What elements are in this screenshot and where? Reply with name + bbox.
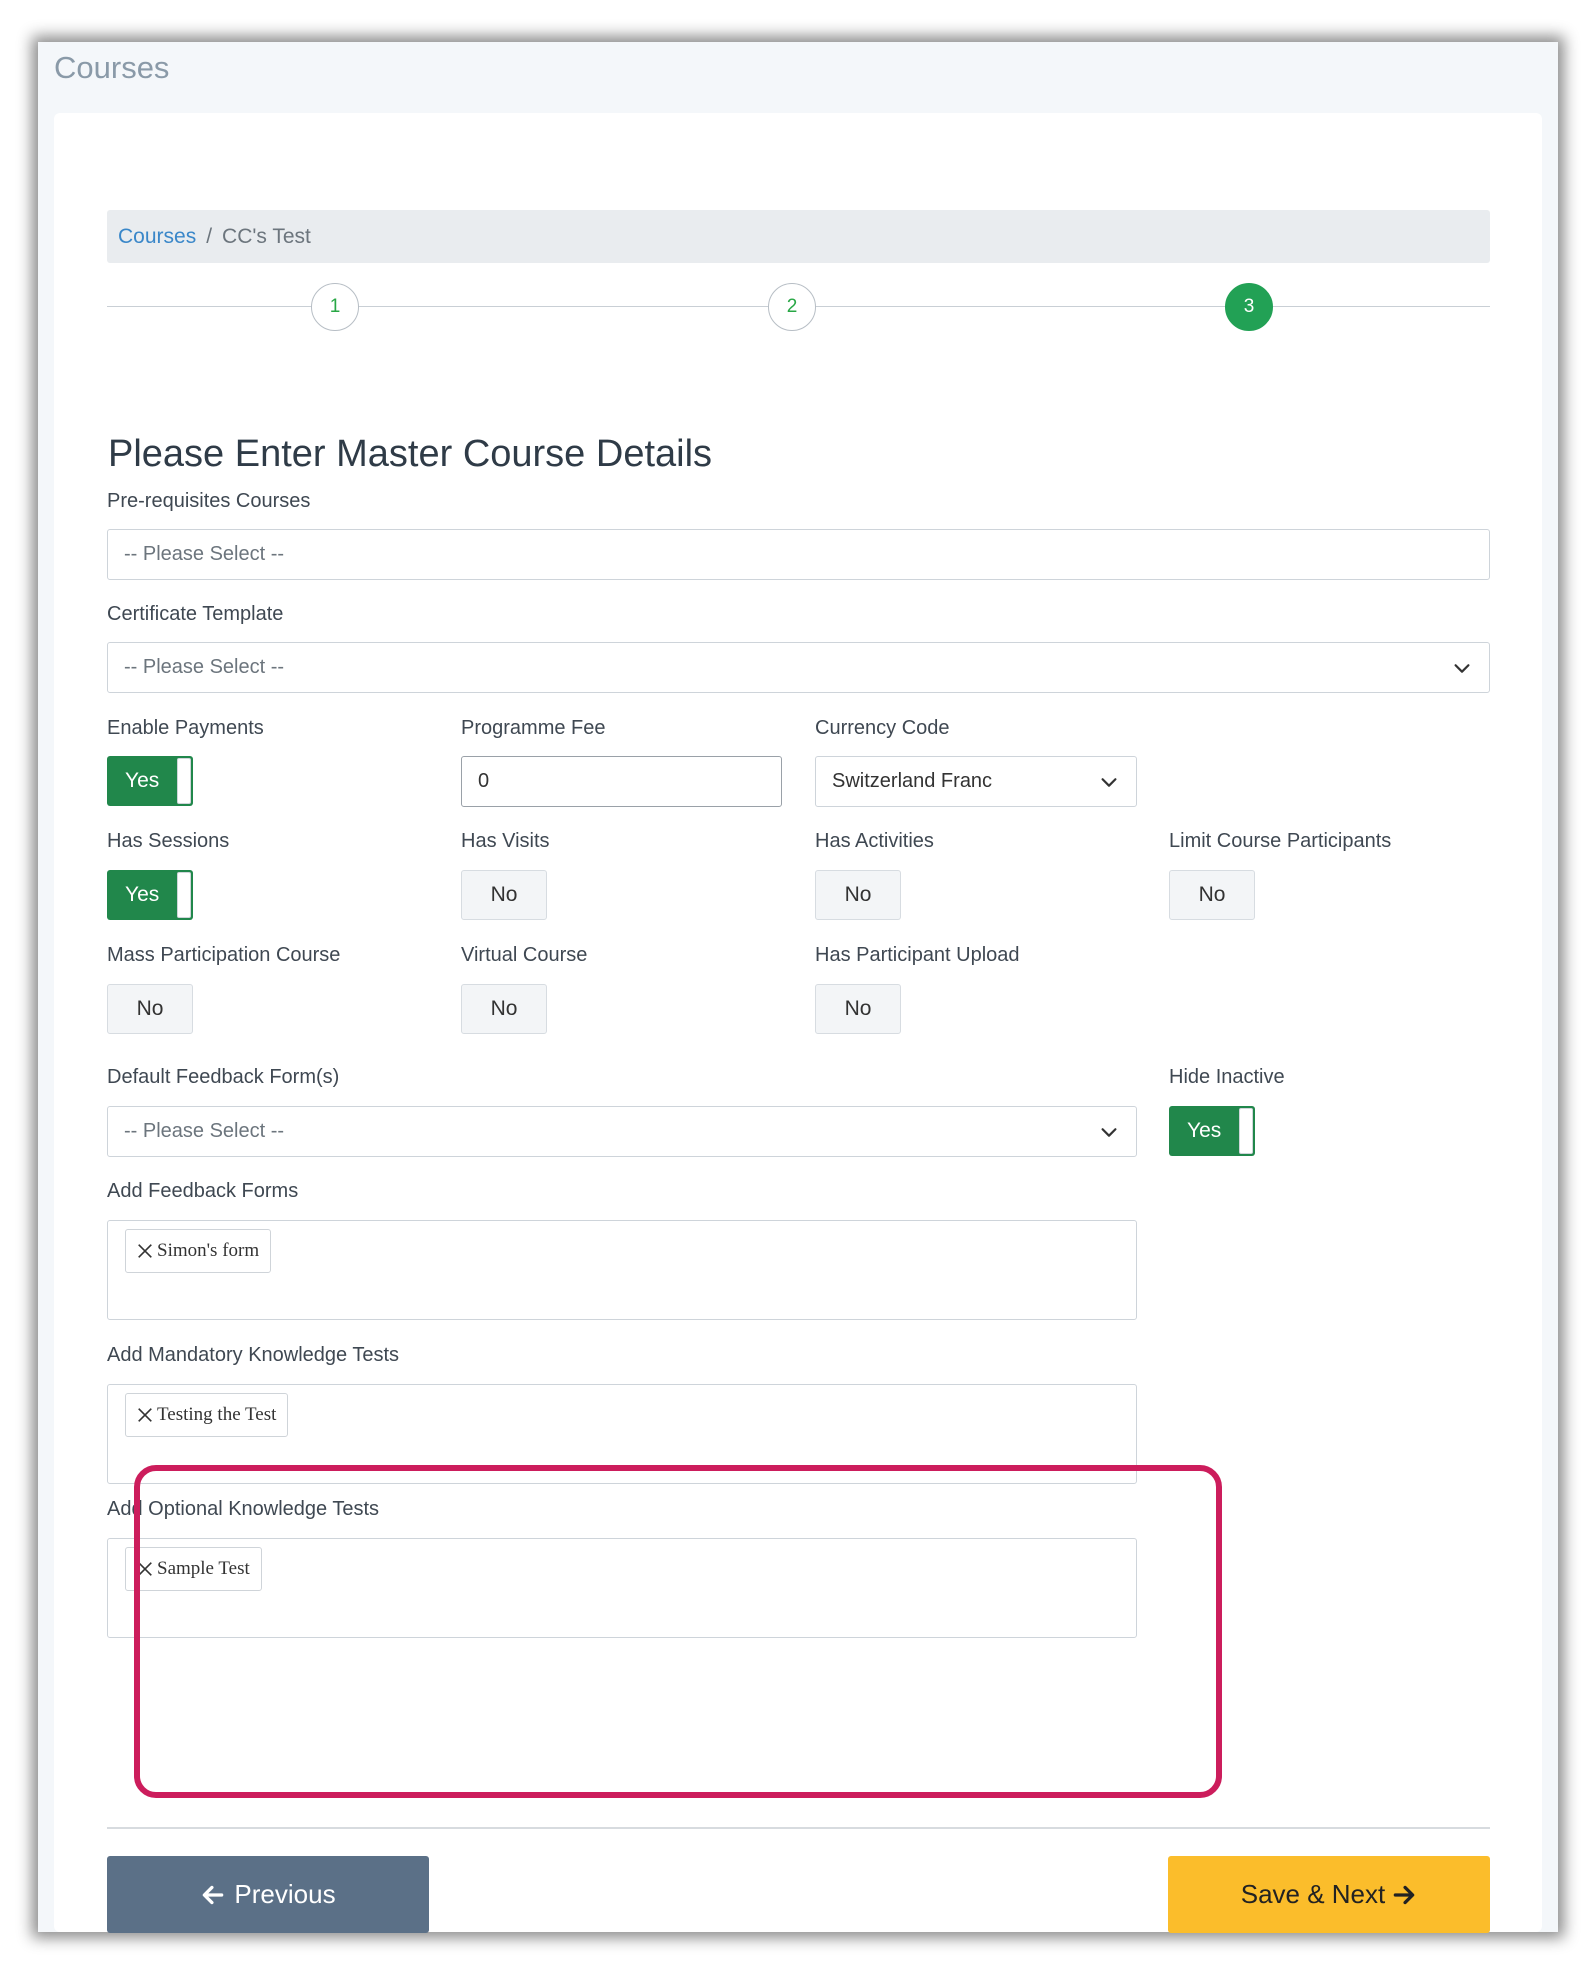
participant-upload-label: Has Participant Upload: [815, 944, 1020, 966]
mandatory-tests-label: Add Mandatory Knowledge Tests: [107, 1344, 400, 1366]
mass-participation-label: Mass Participation Course: [107, 944, 341, 966]
feedback-form-tag-label: Simon's form: [157, 1240, 260, 1261]
virtual-course-toggle[interactable]: No: [461, 984, 547, 1034]
has-visits-toggle[interactable]: No: [461, 870, 547, 920]
close-icon[interactable]: [136, 1242, 154, 1260]
hide-inactive-value: Yes: [1187, 1119, 1222, 1142]
has-activities-toggle[interactable]: No: [815, 870, 901, 920]
previous-button-label: Previous: [234, 1879, 336, 1909]
prerequisites-placeholder: -- Please Select --: [124, 543, 285, 565]
mass-participation-toggle[interactable]: No: [107, 984, 193, 1034]
programme-fee-input[interactable]: 0: [461, 756, 782, 807]
save-next-button[interactable]: Save & Next: [1168, 1856, 1490, 1933]
mandatory-test-tag: Testing the Test: [125, 1393, 289, 1437]
currency-code-select[interactable]: Switzerland Franc: [815, 756, 1137, 807]
previous-button[interactable]: Previous: [107, 1856, 429, 1933]
has-sessions-value: Yes: [125, 883, 160, 906]
breadcrumb: Courses / CC's Test: [107, 210, 1490, 263]
programme-fee-value: 0: [478, 770, 490, 792]
has-sessions-label: Has Sessions: [107, 830, 230, 852]
step-1[interactable]: 1: [311, 283, 359, 331]
arrow-left-icon: [203, 1885, 224, 1904]
virtual-course-label: Virtual Course: [461, 944, 588, 966]
prerequisites-select[interactable]: -- Please Select --: [107, 529, 1490, 580]
toggle-knob: [1239, 1108, 1253, 1154]
toggle-knob: [177, 758, 191, 804]
chevron-down-icon: [1101, 778, 1117, 787]
close-icon[interactable]: [136, 1406, 154, 1424]
step-3-active[interactable]: 3: [1225, 283, 1273, 331]
feedback-forms-tagbox[interactable]: Simon's form: [107, 1220, 1137, 1320]
form-title: Please Enter Master Course Details: [108, 433, 713, 475]
window-frame: Courses Courses / CC's Test 1 2 3 Please…: [38, 42, 1558, 1933]
default-feedback-select[interactable]: -- Please Select --: [107, 1106, 1137, 1157]
feedback-form-tag: Simon's form: [125, 1229, 272, 1273]
certificate-placeholder: -- Please Select --: [124, 656, 285, 678]
hide-inactive-label: Hide Inactive: [1169, 1066, 1285, 1088]
currency-code-value: Switzerland Franc: [832, 770, 993, 792]
limit-participants-label: Limit Course Participants: [1169, 830, 1392, 852]
has-sessions-toggle[interactable]: Yes: [107, 870, 193, 920]
breadcrumb-courses-link[interactable]: Courses: [118, 225, 196, 249]
default-feedback-label: Default Feedback Form(s): [107, 1066, 340, 1088]
prerequisites-label: Pre-requisites Courses: [107, 490, 311, 512]
arrow-right-icon: [1393, 1885, 1415, 1904]
breadcrumb-current: CC's Test: [222, 224, 311, 248]
currency-code-label: Currency Code: [815, 717, 950, 739]
toggle-knob: [177, 872, 191, 918]
enable-payments-value: Yes: [125, 769, 160, 792]
enable-payments-label: Enable Payments: [107, 717, 264, 739]
hide-inactive-toggle[interactable]: Yes: [1169, 1106, 1255, 1156]
certificate-select[interactable]: -- Please Select --: [107, 642, 1490, 693]
breadcrumb-separator: /: [206, 224, 213, 248]
mandatory-test-tag-label: Testing the Test: [157, 1404, 277, 1425]
knowledge-tests-highlight: [134, 1465, 1222, 1798]
chevron-down-icon: [1101, 1128, 1117, 1137]
footer-divider: [107, 1827, 1490, 1829]
certificate-label: Certificate Template: [107, 603, 284, 625]
participant-upload-toggle[interactable]: No: [815, 984, 901, 1034]
feedback-forms-label: Add Feedback Forms: [107, 1180, 299, 1202]
limit-participants-toggle[interactable]: No: [1169, 870, 1255, 920]
save-next-button-label: Save & Next: [1240, 1879, 1386, 1909]
step-2[interactable]: 2: [768, 283, 816, 331]
enable-payments-toggle[interactable]: Yes: [107, 756, 193, 806]
default-feedback-placeholder: -- Please Select --: [124, 1120, 285, 1142]
has-activities-label: Has Activities: [815, 830, 934, 852]
form-card: Courses / CC's Test 1 2 3 Please Enter M…: [54, 113, 1542, 1933]
chevron-down-icon: [1454, 664, 1470, 673]
page-heading: Courses: [54, 50, 170, 85]
has-visits-label: Has Visits: [461, 830, 550, 852]
programme-fee-label: Programme Fee: [461, 717, 606, 739]
